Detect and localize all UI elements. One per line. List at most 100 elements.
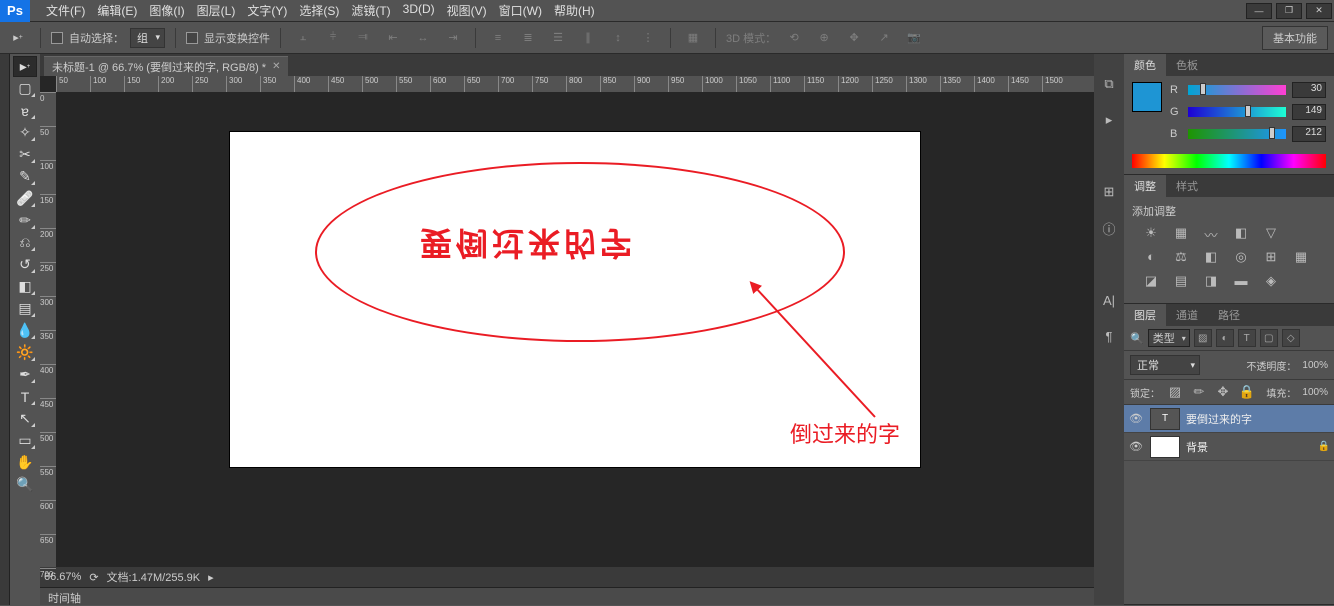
path-selection-tool[interactable]: ↖ (13, 408, 37, 429)
maximize-button[interactable]: ❐ (1276, 3, 1302, 19)
threshold-icon[interactable]: ◨ (1202, 273, 1220, 289)
layer-thumb[interactable] (1150, 436, 1180, 458)
layer-row[interactable]: 👁T要倒过来的字 (1124, 405, 1334, 433)
character-panel-icon[interactable]: A| (1099, 290, 1119, 310)
filter-pixel-icon[interactable]: ▨ (1194, 329, 1212, 347)
doc-info[interactable]: 文档:1.47M/255.9K (107, 569, 201, 585)
close-button[interactable]: ✕ (1306, 3, 1332, 19)
menu-item[interactable]: 视图(V) (441, 2, 493, 19)
menu-item[interactable]: 窗口(W) (493, 2, 548, 19)
auto-select-checkbox[interactable] (51, 32, 63, 44)
magic-wand-tool[interactable]: ✧ (13, 122, 37, 143)
history-panel-icon[interactable]: ⧉ (1099, 74, 1119, 94)
g-slider[interactable] (1188, 107, 1286, 117)
menu-item[interactable]: 编辑(E) (91, 2, 143, 19)
pen-tool[interactable]: ✒ (13, 364, 37, 385)
lock-all-icon[interactable]: 🔒 (1238, 384, 1256, 400)
timeline-tab[interactable]: 时间轴 (40, 587, 1094, 605)
channel-mixer-icon[interactable]: ⊞ (1262, 249, 1280, 265)
menu-item[interactable]: 文件(F) (40, 2, 91, 19)
paragraph-panel-icon[interactable]: ¶ (1099, 326, 1119, 346)
filter-adjust-icon[interactable]: ◐ (1216, 329, 1234, 347)
info-panel-icon[interactable]: ⓘ (1099, 218, 1119, 238)
show-transform-checkbox[interactable] (186, 32, 198, 44)
fill-value[interactable]: 100% (1302, 387, 1328, 398)
blur-tool[interactable]: 💧 (13, 320, 37, 341)
marquee-tool[interactable]: ▢ (13, 78, 37, 99)
clone-stamp-tool[interactable]: ⎌ (13, 232, 37, 253)
shape-tool[interactable]: ▭ (13, 430, 37, 451)
tab-close-icon[interactable]: ✕ (272, 61, 280, 72)
styles-tab[interactable]: 样式 (1166, 175, 1208, 197)
foreground-color-swatch[interactable] (1132, 82, 1162, 112)
invert-icon[interactable]: ◪ (1142, 273, 1160, 289)
brush-tool[interactable]: ✏ (13, 210, 37, 231)
move-tool[interactable]: ▸+ (13, 56, 37, 77)
visibility-icon[interactable]: 👁 (1128, 440, 1144, 453)
canvas[interactable]: 要倒过来的字 倒过来的字 (230, 132, 920, 467)
color-lookup-icon[interactable]: ▦ (1292, 249, 1310, 265)
selective-color-icon[interactable]: ◈ (1262, 273, 1280, 289)
type-tool[interactable]: T (13, 386, 37, 407)
gradient-map-icon[interactable]: ▬ (1232, 273, 1250, 289)
healing-brush-tool[interactable]: 🩹 (13, 188, 37, 209)
curves-icon[interactable]: 〰 (1202, 225, 1220, 241)
move-tool-icon[interactable]: ▸+ (6, 26, 30, 50)
balance-icon[interactable]: ⚖ (1172, 249, 1190, 265)
blend-mode-dropdown[interactable]: 正常 (1130, 355, 1200, 375)
eyedropper-tool[interactable]: ✎ (13, 166, 37, 187)
levels-icon[interactable]: ▦ (1172, 225, 1190, 241)
flipped-text-layer[interactable]: 要倒过来的字 (420, 222, 636, 268)
brightness-icon[interactable]: ☀ (1142, 225, 1160, 241)
filter-shape-icon[interactable]: ▢ (1260, 329, 1278, 347)
visibility-icon[interactable]: 👁 (1128, 412, 1144, 425)
photo-filter-icon[interactable]: ◎ (1232, 249, 1250, 265)
lock-transparent-icon[interactable]: ▨ (1166, 384, 1184, 400)
layer-row[interactable]: 👁背景🔒 (1124, 433, 1334, 461)
minimize-button[interactable]: — (1246, 3, 1272, 19)
filter-smart-icon[interactable]: ◇ (1282, 329, 1300, 347)
menu-item[interactable]: 图层(L) (191, 2, 242, 19)
dodge-tool[interactable]: 🔆 (13, 342, 37, 363)
color-spectrum[interactable] (1132, 154, 1326, 168)
paths-tab[interactable]: 路径 (1208, 304, 1250, 326)
crop-tool[interactable]: ✂ (13, 144, 37, 165)
gradient-tool[interactable]: ▤ (13, 298, 37, 319)
filter-type-dropdown[interactable]: 类型 (1148, 329, 1190, 347)
adjustments-tab[interactable]: 调整 (1124, 175, 1166, 197)
bw-icon[interactable]: ◧ (1202, 249, 1220, 265)
filter-type-icon[interactable]: T (1238, 329, 1256, 347)
refresh-icon[interactable]: ⟳ (89, 571, 98, 584)
left-dock-strip[interactable] (0, 54, 10, 605)
menu-item[interactable]: 帮助(H) (548, 2, 601, 19)
channels-tab[interactable]: 通道 (1166, 304, 1208, 326)
menu-item[interactable]: 图像(I) (143, 2, 190, 19)
document-tab[interactable]: 未标题-1 @ 66.7% (要倒过来的字, RGB/8) * ✕ (44, 56, 288, 76)
eraser-tool[interactable]: ◧ (13, 276, 37, 297)
canvas-viewport[interactable]: 要倒过来的字 倒过来的字 (56, 92, 1094, 567)
menu-item[interactable]: 选择(S) (293, 2, 345, 19)
workspace-switcher[interactable]: 基本功能 (1262, 26, 1328, 50)
lock-position-icon[interactable]: ✥ (1214, 384, 1232, 400)
g-value[interactable]: 149 (1292, 104, 1326, 120)
vibrance-icon[interactable]: ▽ (1262, 225, 1280, 241)
b-value[interactable]: 212 (1292, 126, 1326, 142)
posterize-icon[interactable]: ▤ (1172, 273, 1190, 289)
b-slider[interactable] (1188, 129, 1286, 139)
properties-panel-icon[interactable]: ⊞ (1099, 182, 1119, 202)
auto-select-dropdown[interactable]: 组 (130, 28, 165, 48)
opacity-value[interactable]: 100% (1302, 360, 1328, 371)
hue-icon[interactable]: ◐ (1142, 249, 1160, 265)
menu-item[interactable]: 滤镜(T) (345, 2, 396, 19)
r-value[interactable]: 30 (1292, 82, 1326, 98)
lock-pixels-icon[interactable]: ✏ (1190, 384, 1208, 400)
actions-panel-icon[interactable]: ▸ (1099, 110, 1119, 130)
exposure-icon[interactable]: ◧ (1232, 225, 1250, 241)
layer-thumb[interactable]: T (1150, 408, 1180, 430)
zoom-tool[interactable]: 🔍 (13, 474, 37, 495)
menu-item[interactable]: 文字(Y) (241, 2, 293, 19)
hand-tool[interactable]: ✋ (13, 452, 37, 473)
swatches-tab[interactable]: 色板 (1166, 54, 1208, 76)
history-brush-tool[interactable]: ↺ (13, 254, 37, 275)
lasso-tool[interactable]: ɐ (13, 100, 37, 121)
